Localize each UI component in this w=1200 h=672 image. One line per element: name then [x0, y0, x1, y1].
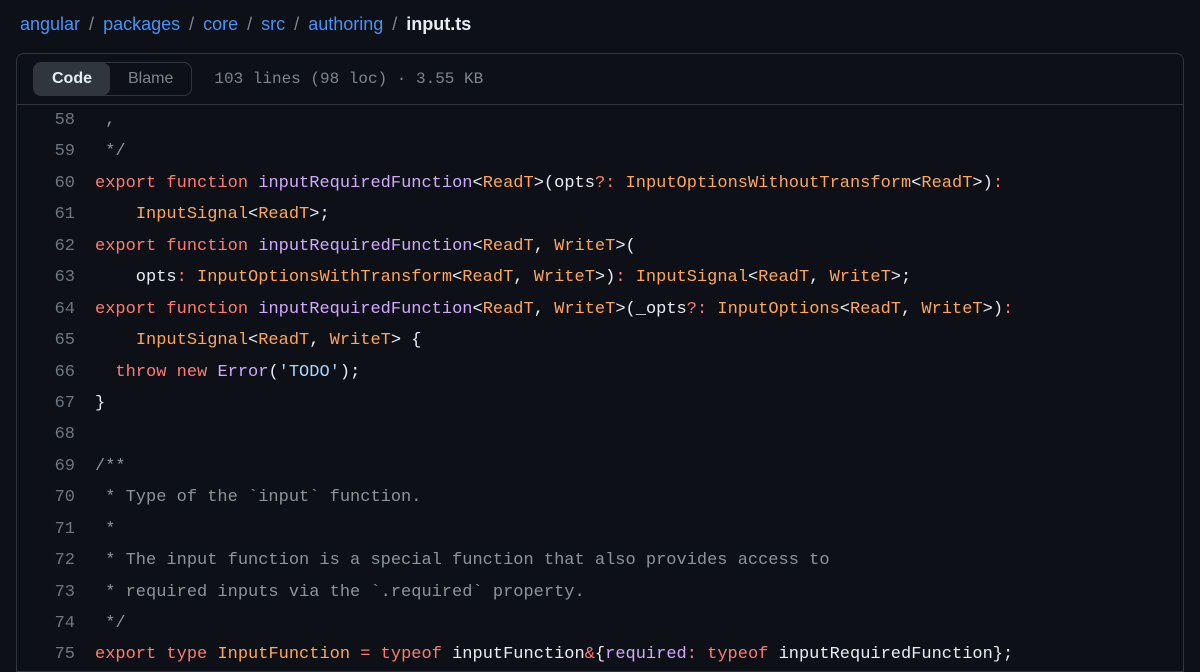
line-content	[95, 419, 1183, 450]
breadcrumb-link[interactable]: core	[203, 14, 238, 34]
line-content: opts: InputOptionsWithTransform<ReadT, W…	[95, 262, 1183, 293]
code-line: 58 ,	[17, 105, 1183, 136]
line-number[interactable]: 60	[17, 168, 95, 199]
line-number[interactable]: 63	[17, 262, 95, 293]
line-content: export function inputRequiredFunction<Re…	[95, 168, 1183, 199]
line-number[interactable]: 73	[17, 577, 95, 608]
breadcrumb-separator: /	[289, 14, 304, 34]
code-line: 68	[17, 419, 1183, 450]
line-number[interactable]: 66	[17, 357, 95, 388]
tab-blame[interactable]: Blame	[110, 63, 191, 95]
line-number[interactable]: 68	[17, 419, 95, 450]
line-number[interactable]: 67	[17, 388, 95, 419]
breadcrumb-link[interactable]: angular	[20, 14, 80, 34]
breadcrumb-link[interactable]: packages	[103, 14, 180, 34]
breadcrumb-separator: /	[184, 14, 199, 34]
code-line: 67}	[17, 388, 1183, 419]
line-number[interactable]: 59	[17, 136, 95, 167]
tab-code[interactable]: Code	[34, 63, 110, 95]
line-number[interactable]: 58	[17, 105, 95, 136]
code-line: 69/**	[17, 451, 1183, 482]
code-line: 64export function inputRequiredFunction<…	[17, 294, 1183, 325]
line-content: InputSignal<ReadT, WriteT> {	[95, 325, 1183, 356]
code-line: 60export function inputRequiredFunction<…	[17, 168, 1183, 199]
code-line: 75export type InputFunction = typeof inp…	[17, 639, 1183, 670]
breadcrumb-link[interactable]: src	[261, 14, 285, 34]
code-line: 63 opts: InputOptionsWithTransform<ReadT…	[17, 262, 1183, 293]
line-number[interactable]: 61	[17, 199, 95, 230]
line-content: export type InputFunction = typeof input…	[95, 639, 1183, 670]
line-number[interactable]: 71	[17, 514, 95, 545]
line-content: export function inputRequiredFunction<Re…	[95, 231, 1183, 262]
view-tabs: Code Blame	[33, 62, 192, 96]
line-content: export function inputRequiredFunction<Re…	[95, 294, 1183, 325]
line-content: ,	[95, 105, 1183, 136]
line-number[interactable]: 72	[17, 545, 95, 576]
line-number[interactable]: 69	[17, 451, 95, 482]
line-content: throw new Error('TODO');	[95, 357, 1183, 388]
breadcrumb-current: input.ts	[406, 14, 471, 34]
code-line: 65 InputSignal<ReadT, WriteT> {	[17, 325, 1183, 356]
line-content: InputSignal<ReadT>;	[95, 199, 1183, 230]
code-line: 71 *	[17, 514, 1183, 545]
line-number[interactable]: 70	[17, 482, 95, 513]
code-line: 59 */	[17, 136, 1183, 167]
line-number[interactable]: 64	[17, 294, 95, 325]
line-content: }	[95, 388, 1183, 419]
code-line: 70 * Type of the `input` function.	[17, 482, 1183, 513]
code-line: 61 InputSignal<ReadT>;	[17, 199, 1183, 230]
line-number[interactable]: 74	[17, 608, 95, 639]
code-line: 72 * The input function is a special fun…	[17, 545, 1183, 576]
line-number[interactable]: 62	[17, 231, 95, 262]
breadcrumb-separator: /	[242, 14, 257, 34]
line-content: /**	[95, 451, 1183, 482]
line-content: * The input function is a special functi…	[95, 545, 1183, 576]
file-toolbar: Code Blame 103 lines (98 loc) · 3.55 KB	[16, 53, 1184, 105]
breadcrumb: angular / packages / core / src / author…	[0, 0, 1200, 53]
line-number[interactable]: 65	[17, 325, 95, 356]
line-content: * Type of the `input` function.	[95, 482, 1183, 513]
file-stats: 103 lines (98 loc) · 3.55 KB	[214, 70, 483, 88]
line-content: *	[95, 514, 1183, 545]
code-line: 73 * required inputs via the `.required`…	[17, 577, 1183, 608]
breadcrumb-separator: /	[387, 14, 402, 34]
code-line: 62export function inputRequiredFunction<…	[17, 231, 1183, 262]
code-line: 66 throw new Error('TODO');	[17, 357, 1183, 388]
breadcrumb-separator: /	[84, 14, 99, 34]
code-line: 74 */	[17, 608, 1183, 639]
breadcrumb-link[interactable]: authoring	[308, 14, 383, 34]
line-content: */	[95, 136, 1183, 167]
line-number[interactable]: 75	[17, 639, 95, 670]
line-content: */	[95, 608, 1183, 639]
code-view[interactable]: 58 ,59 */60export function inputRequired…	[16, 105, 1184, 672]
line-content: * required inputs via the `.required` pr…	[95, 577, 1183, 608]
